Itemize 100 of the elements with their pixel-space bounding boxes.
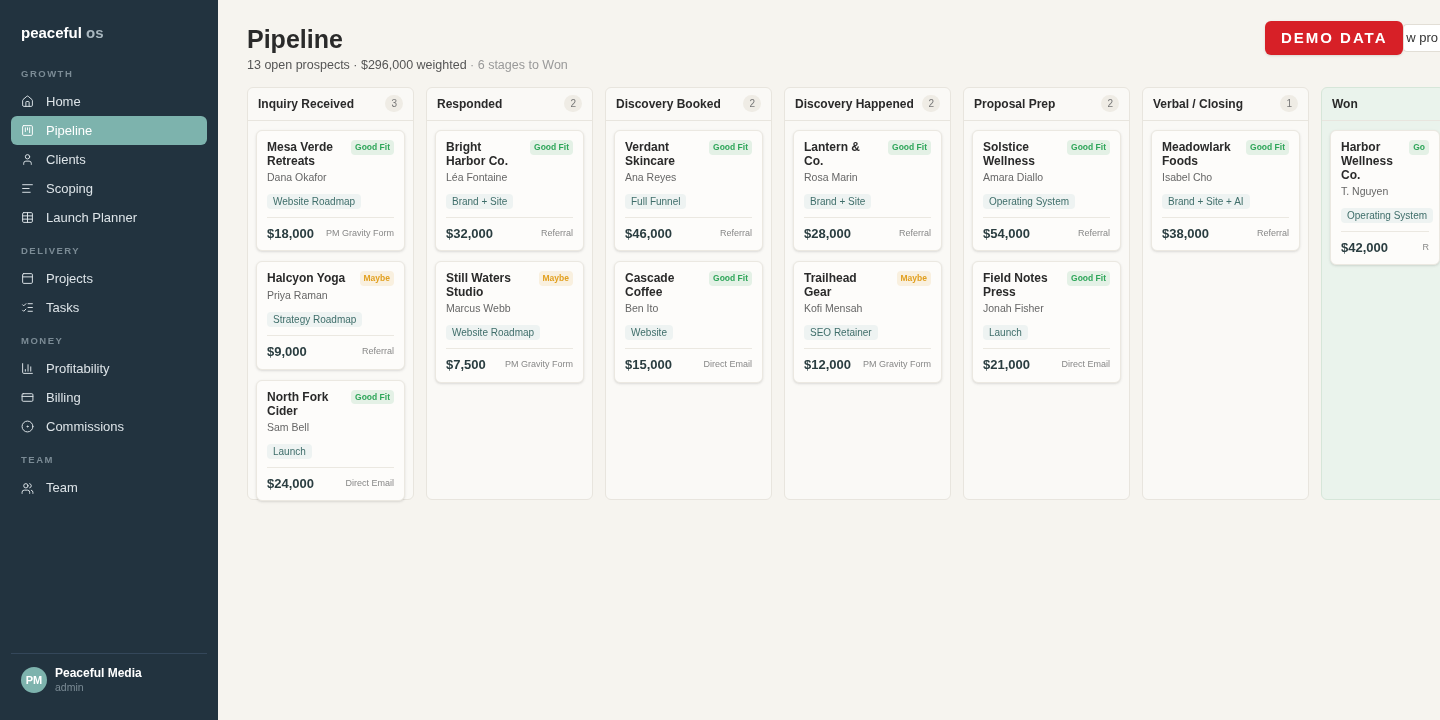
lead-source: Referral [1257, 226, 1289, 240]
prospect-card[interactable]: Mesa Verde Retreats Good Fit Dana Okafor Website Roadmap $18,000 PM Gravity Form [256, 129, 405, 252]
prospect-card[interactable]: Field Notes Press Good Fit Jonah Fisher Launch $21,000 Direct Email [972, 261, 1121, 383]
column-title: Inquiry Received [258, 95, 355, 113]
nav-item[interactable]: Home [11, 86, 207, 116]
lead-source: Referral [720, 226, 752, 240]
deal-amount: $15,000 [625, 356, 672, 375]
lead-source: R [1422, 240, 1429, 254]
contact-name: Amara Diallo [983, 170, 1045, 184]
contact-name: Ana Reyes [625, 170, 678, 184]
column-title: Proposal Prep [974, 95, 1056, 113]
prospect-card[interactable]: Bright Harbor Co. Good Fit Léa Fontaine Brand + Site $32,000 Referral [435, 129, 584, 252]
contact-name: Marcus Webb [446, 302, 512, 316]
deal-amount: $38,000 [1162, 224, 1209, 243]
company-name: Still Waters Studio [446, 271, 512, 300]
lead-source: Referral [899, 226, 931, 240]
deal-amount: $7,500 [446, 356, 486, 375]
service-tag: Operating System [1341, 207, 1434, 223]
company-name: Bright Harbor Co. [446, 139, 509, 168]
fit-badge: Good Fit [709, 139, 752, 155]
deal-amount: $42,000 [1341, 238, 1388, 257]
deal-amount: $46,000 [625, 224, 672, 243]
prospect-card[interactable]: Solstice Wellness Good Fit Amara Diallo Operating System $54,000 Referral [972, 129, 1121, 252]
lead-source: PM Gravity Form [326, 226, 394, 240]
service-tag: Operating System [983, 193, 1076, 209]
service-tag: Strategy Roadmap [267, 312, 363, 327]
nav-item[interactable]: Tasks [11, 293, 207, 322]
contact-name: Priya Raman [267, 289, 329, 302]
prospect-card[interactable]: North Fork Cider Good Fit Sam Bell Launch $24,000 Direct Email [256, 379, 405, 501]
app-logo[interactable]: peaceful os [21, 24, 104, 41]
prospect-card[interactable]: Harbor Wellness Co. Go T. Nguyen Operating System $42,000 R [1330, 129, 1440, 266]
fit-badge: Good Fit [1067, 271, 1110, 286]
service-tag: Website Roadmap [446, 325, 541, 341]
user-name: Peaceful Media [55, 665, 142, 681]
users-icon [21, 481, 34, 495]
company-name: Field Notes Press [983, 271, 1049, 300]
company-name: Cascade Coffee [625, 271, 676, 300]
new-prospect-button[interactable]: w pro [1403, 24, 1440, 52]
fit-badge: Good Fit [1067, 139, 1110, 155]
lead-source: PM Gravity Form [505, 358, 573, 372]
column-title: Discovery Booked [616, 95, 721, 113]
service-tag: Full Funnel [625, 193, 687, 209]
prospect-card[interactable]: Still Waters Studio Maybe Marcus Webb Website Roadmap $7,500 PM Gravity Form [435, 261, 584, 383]
fit-badge: Good Fit [351, 139, 394, 155]
prospect-card[interactable]: Halcyon Yoga Maybe Priya Raman Strategy Roadmap $9,000 Referral [256, 261, 405, 370]
nav-item[interactable]: Team [11, 473, 207, 503]
service-tag: Brand + Site [446, 193, 514, 209]
column-count: 1 [1280, 95, 1298, 113]
contact-name: Léa Fontaine [446, 170, 509, 184]
lead-source: Referral [1078, 226, 1110, 240]
section-title: TEAM [20, 453, 55, 468]
contact-name: Sam Bell [267, 420, 310, 434]
deal-amount: $28,000 [804, 224, 851, 243]
section-title: GROWTH [20, 66, 75, 81]
fit-badge: Good Fit [1246, 139, 1289, 155]
fit-badge: Go [1409, 139, 1429, 155]
column-count: 2 [1101, 95, 1119, 113]
user-role: admin [55, 680, 85, 694]
prospect-card[interactable]: Verdant Skincare Good Fit Ana Reyes Full Funnel $46,000 Referral [614, 129, 763, 252]
nav-item[interactable]: Profitability [11, 354, 207, 384]
fit-badge: Good Fit [709, 271, 752, 286]
deal-amount: $24,000 [267, 474, 314, 493]
user-avatar: PM [21, 666, 47, 693]
deal-amount: $18,000 [267, 224, 314, 243]
service-tag: SEO Retainer [804, 325, 878, 341]
company-name: Meadowlark Foods [1162, 139, 1232, 168]
deal-amount: $54,000 [983, 224, 1030, 243]
page-title: Pipeline [247, 24, 344, 54]
fit-badge: Good Fit [351, 389, 394, 405]
column-count: 2 [743, 95, 761, 113]
nav-item[interactable]: Billing [11, 383, 207, 413]
nav-item[interactable]: Projects [11, 264, 207, 293]
company-name: Solstice Wellness [983, 139, 1036, 168]
service-tag: Launch [983, 325, 1028, 341]
lead-source: Direct Email [345, 476, 394, 490]
pipeline-summary: 13 open prospects · $296,000 weighted · 6 stages to Won [247, 57, 568, 74]
nav-item[interactable]: Clients [11, 144, 207, 174]
company-name: Mesa Verde Retreats [267, 139, 335, 168]
lines-icon [21, 181, 34, 195]
lead-source: Referral [362, 345, 394, 358]
column-count: 2 [922, 95, 940, 113]
contact-name: Isabel Cho [1162, 170, 1214, 184]
column-title: Responded [437, 95, 503, 113]
company-name: Lantern & Co. [804, 139, 861, 168]
circle-icon [21, 420, 34, 434]
column-count: 3 [385, 95, 403, 113]
company-name: Trailhead Gear [804, 271, 858, 300]
nav-item[interactable]: Scoping [11, 173, 207, 203]
nav-item[interactable]: Commissions [11, 412, 207, 442]
user-icon [21, 152, 34, 166]
prospect-card[interactable]: Lantern & Co. Good Fit Rosa Marin Brand + Site $28,000 Referral [793, 129, 942, 252]
fit-badge: Maybe [896, 271, 931, 286]
panel-icon [21, 272, 34, 285]
service-tag: Brand + Site [804, 193, 872, 209]
prospect-card[interactable]: Trailhead Gear Maybe Kofi Mensah SEO Retainer $12,000 PM Gravity Form [793, 261, 942, 383]
lead-source: Direct Email [703, 358, 752, 372]
prospect-card[interactable]: Cascade Coffee Good Fit Ben Ito Website $15,000 Direct Email [614, 261, 763, 383]
deal-amount: $12,000 [804, 356, 851, 375]
prospect-card[interactable]: Meadowlark Foods Good Fit Isabel Cho Brand + Site + AI $38,000 Referral [1151, 129, 1300, 252]
nav-item[interactable]: Launch Planner [11, 202, 207, 232]
